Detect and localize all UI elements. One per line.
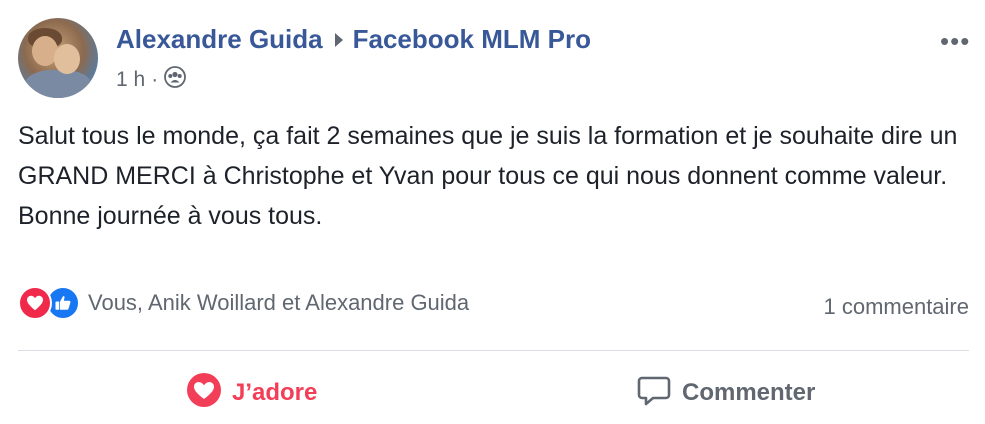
post-timestamp[interactable]: 1 h [116, 68, 145, 92]
author-name-link[interactable]: Alexandre Guida [116, 24, 323, 55]
heart-icon [186, 372, 222, 415]
love-reaction-label: J’adore [232, 379, 318, 406]
avatar-shoulders [24, 70, 92, 98]
comments-count[interactable]: 1 commentaire [823, 294, 969, 320]
right-triangle-icon [333, 24, 345, 55]
love-icon [18, 286, 52, 320]
author-avatar[interactable] [18, 18, 98, 98]
comment-label: Commenter [682, 379, 816, 406]
post-meta: 1 h · [116, 66, 187, 94]
speech-bubble-icon [636, 372, 672, 415]
post-text: Salut tous le monde, ça fait 2 semaines … [18, 116, 958, 236]
meta-separator: · [151, 68, 159, 91]
group-audience-icon [164, 66, 187, 94]
reactors-list[interactable]: Vous, Anik Woillard et Alexandre Guida [88, 290, 469, 316]
comment-button[interactable]: Commenter [636, 372, 815, 414]
actions-divider [18, 350, 969, 351]
reactions-summary[interactable]: Vous, Anik Woillard et Alexandre Guida [18, 286, 469, 320]
post-text-paragraph: Salut tous le monde, ça fait 2 semaines … [18, 122, 958, 190]
love-reaction-button[interactable]: J’adore [186, 372, 317, 414]
post-text-paragraph: Bonne journée à vous tous. [18, 202, 323, 230]
avatar-face-2 [54, 44, 80, 74]
more-options-icon[interactable]: ••• [940, 26, 970, 57]
group-name-link[interactable]: Facebook MLM Pro [353, 24, 591, 55]
post-header: Alexandre Guida Facebook MLM Pro [116, 24, 591, 55]
